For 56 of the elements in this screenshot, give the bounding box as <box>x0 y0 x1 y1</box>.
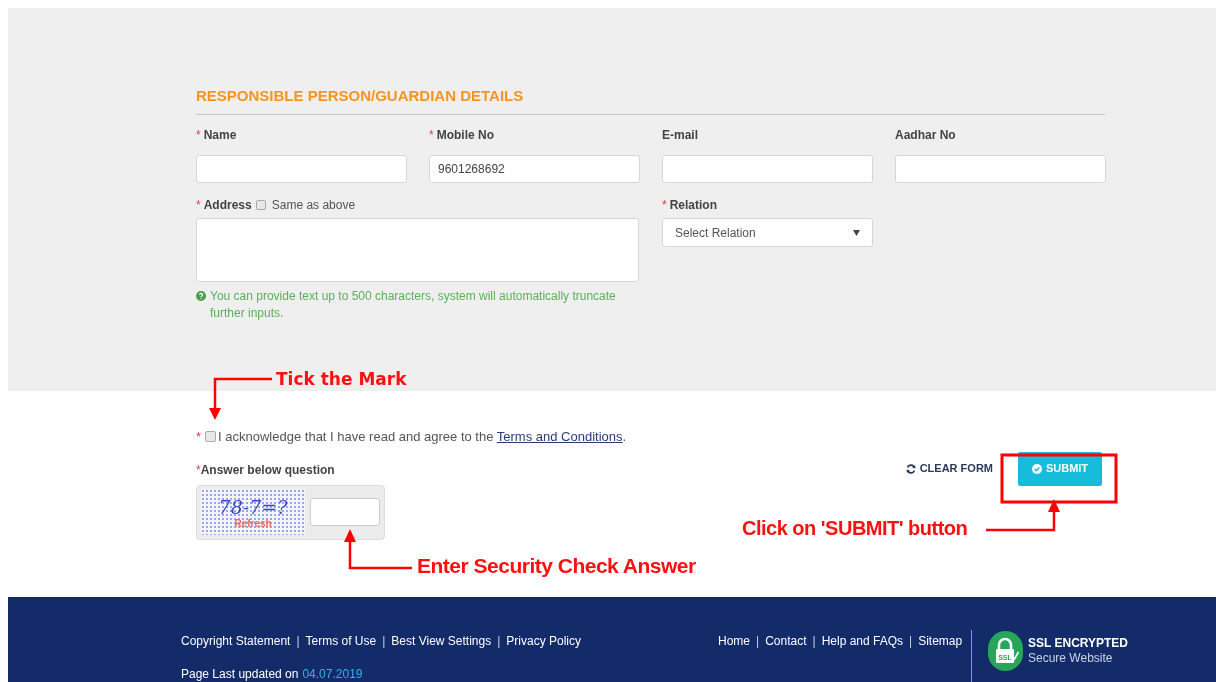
terms-link[interactable]: Terms and Conditions <box>496 429 623 444</box>
caret-icon <box>853 229 860 236</box>
required-mark: * <box>429 127 434 144</box>
relation-dropdown[interactable]: Select Relation <box>662 218 873 247</box>
footer-link[interactable]: Terms of Use <box>305 632 377 650</box>
field-label: E-mail <box>662 127 698 144</box>
ssl-subtitle: Secure Website <box>1028 651 1114 666</box>
ssl-title: SSL ENCRYPTED <box>1028 636 1129 651</box>
update-date: 04.07.2019 <box>302 666 363 682</box>
text-field[interactable] <box>196 155 407 183</box>
required-mark: * <box>196 461 201 479</box>
annotation-arrow <box>344 529 412 570</box>
check-circle-icon <box>1031 463 1042 474</box>
annotation-text: Click on 'SUBMIT' button <box>742 516 968 540</box>
address-field[interactable] <box>196 218 639 282</box>
refresh-icon <box>905 463 916 474</box>
clear-form-button[interactable]: CLEAR FORM <box>905 460 993 477</box>
update-label: Page Last updated on <box>181 666 299 682</box>
annotation-text: Tick the Mark <box>276 368 407 391</box>
footer-link[interactable]: Copyright Statement <box>181 632 291 650</box>
answer-field[interactable] <box>310 498 380 526</box>
checkbox[interactable] <box>255 200 266 210</box>
agreement-text: I acknowledge that I have read and agree to the Terms and Conditions. <box>218 428 627 446</box>
text-field[interactable] <box>895 155 1106 183</box>
annotation-arrow <box>209 377 272 420</box>
separator: | <box>497 633 501 650</box>
required-mark: * <box>662 197 667 214</box>
field-label: Mobile No <box>436 127 494 144</box>
field-label: Relation <box>669 197 717 214</box>
required-mark: * <box>196 197 201 214</box>
separator: | <box>812 633 816 650</box>
footer-link[interactable]: Privacy Policy <box>506 632 581 650</box>
text-field[interactable] <box>662 155 873 183</box>
separator: | <box>909 633 913 650</box>
section-title: RESPONSIBLE PERSON/GUARDIAN DETAILS <box>196 86 525 106</box>
field-label: Address <box>203 197 252 214</box>
required-mark: * <box>196 127 201 144</box>
captcha-text: 78-7=? <box>218 495 288 518</box>
footer-link[interactable]: Help and FAQs <box>821 632 903 650</box>
checkbox-label: Same as above <box>271 197 356 214</box>
separator: | <box>296 633 300 650</box>
annotation-text: Enter Security Check Answer <box>417 554 696 578</box>
separator: | <box>382 633 386 650</box>
hint-text: You can provide text up to 500 characters, system will automatically truncate further inputs. <box>210 288 617 322</box>
help-icon <box>196 291 206 301</box>
checkbox[interactable] <box>205 431 217 443</box>
footer-link[interactable]: Home <box>718 632 750 650</box>
field-label: Name <box>203 127 237 144</box>
footer-link[interactable]: Sitemap <box>918 632 963 650</box>
separator: | <box>756 633 760 650</box>
footer-link[interactable]: Best View Settings <box>391 632 492 650</box>
text-field[interactable]: 9601268692 <box>429 155 640 183</box>
footer-link[interactable]: Contact <box>765 632 807 650</box>
field-label: Aadhar No <box>895 127 956 144</box>
required-mark: * <box>196 428 202 446</box>
captcha-label: Answer below question <box>200 461 335 479</box>
